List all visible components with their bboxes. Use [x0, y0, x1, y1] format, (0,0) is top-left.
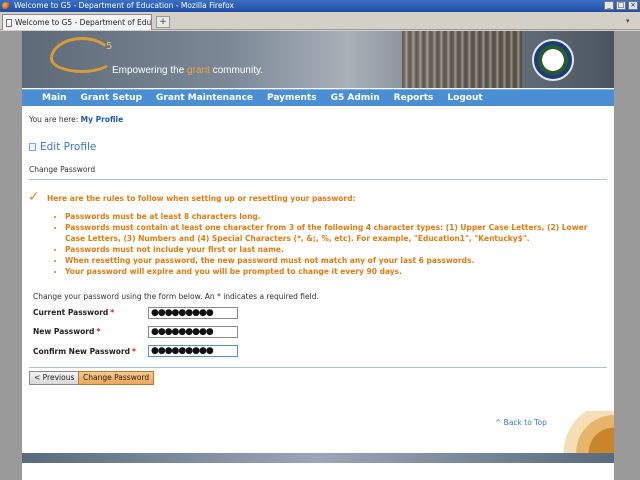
new-tab-button[interactable]: + — [156, 16, 170, 28]
current-password-label-text: Current Password — [33, 308, 109, 317]
nav-main[interactable]: Main — [42, 93, 67, 103]
rule-item: Your password will expire and you will b… — [65, 266, 607, 277]
browser-viewport: 5 Empowering the grant community. Main G… — [0, 31, 640, 480]
required-mark: * — [96, 327, 101, 336]
current-password-label: Current Password * — [33, 308, 114, 317]
breadcrumb: You are here: My Profile — [29, 115, 123, 124]
confirm-password-input[interactable]: ●●●●●●●●● — [148, 345, 238, 357]
page-icon — [6, 19, 12, 27]
rule-item: Passwords must not include your first or… — [65, 244, 607, 255]
nav-grant-maintenance[interactable]: Grant Maintenance — [156, 93, 253, 103]
banner-tagline: Empowering the grant community. — [112, 65, 263, 76]
g5-logo — [50, 37, 114, 73]
tagline-end: community. — [209, 65, 264, 76]
new-password-input[interactable]: ●●●●●●●●● — [148, 326, 238, 338]
footer-bar — [22, 453, 614, 463]
maximize-button[interactable]: □ — [616, 1, 626, 10]
footer-decoration — [542, 411, 614, 453]
required-mark: * — [110, 308, 115, 317]
nav-logout[interactable]: Logout — [447, 93, 482, 103]
tab-active[interactable]: Welcome to G5 - Department of Edu... — [2, 14, 152, 30]
main-nav: Main Grant Setup Grant Maintenance Payme… — [22, 89, 614, 106]
tab-label: Welcome to G5 - Department of Edu... — [15, 18, 152, 27]
tagline-start: Empowering the — [112, 65, 188, 76]
divider — [29, 179, 607, 180]
rules-list: Passwords must be at least 8 characters … — [55, 211, 607, 277]
close-button[interactable]: × — [628, 1, 638, 10]
nav-grant-setup[interactable]: Grant Setup — [81, 93, 142, 103]
required-mark: * — [132, 347, 136, 356]
form-instructions: Change your password using the form belo… — [33, 292, 319, 301]
rule-item: Passwords must be at least 8 characters … — [65, 211, 607, 222]
profile-doc-icon — [29, 143, 36, 151]
change-password-button[interactable]: Change Password — [78, 371, 155, 385]
checkmark-icon: ✓ — [28, 189, 40, 205]
page-title: Edit Profile — [29, 141, 96, 153]
nav-g5-admin[interactable]: G5 Admin — [331, 93, 380, 103]
back-to-top-link[interactable]: ^ Back to Top — [495, 418, 547, 427]
department-seal-icon — [532, 39, 574, 81]
new-password-label-text: New Password — [33, 327, 95, 336]
page-content: 5 Empowering the grant community. Main G… — [22, 31, 614, 480]
window-title-bar: Welcome to G5 - Department of Education … — [0, 0, 640, 12]
breadcrumb-my-profile[interactable]: My Profile — [81, 115, 124, 124]
library-shelves-image — [402, 31, 522, 88]
previous-button[interactable]: < Previous — [29, 371, 80, 385]
g5-logo-superscript: 5 — [106, 41, 113, 52]
nav-payments[interactable]: Payments — [267, 93, 317, 103]
page-title-text: Edit Profile — [40, 141, 97, 153]
window-controls: _ □ × — [604, 1, 638, 10]
tagline-highlight: grant — [187, 65, 210, 76]
current-password-input[interactable]: ●●●●●●●●● — [148, 307, 238, 319]
tab-bar: Welcome to G5 - Department of Edu... + ▾ — [0, 12, 640, 30]
section-subtitle: Change Password — [29, 165, 96, 174]
site-banner: 5 Empowering the grant community. — [22, 31, 614, 88]
nav-reports[interactable]: Reports — [394, 93, 434, 103]
breadcrumb-prefix: You are here: — [29, 115, 79, 124]
rule-item: When resetting your password, the new pa… — [65, 255, 607, 266]
rules-intro: Here are the rules to follow when settin… — [47, 194, 356, 203]
confirm-password-label-text: Confirm New Password — [33, 347, 131, 356]
rule-item: Passwords must contain at least one char… — [65, 222, 607, 244]
firefox-icon — [2, 2, 10, 10]
divider — [29, 367, 607, 368]
new-password-label: New Password * — [33, 327, 100, 336]
tab-list-icon[interactable]: ▾ — [626, 17, 636, 27]
confirm-password-label: Confirm New Password * — [33, 347, 136, 356]
window-title: Welcome to G5 - Department of Education … — [14, 1, 234, 10]
minimize-button[interactable]: _ — [604, 1, 614, 10]
